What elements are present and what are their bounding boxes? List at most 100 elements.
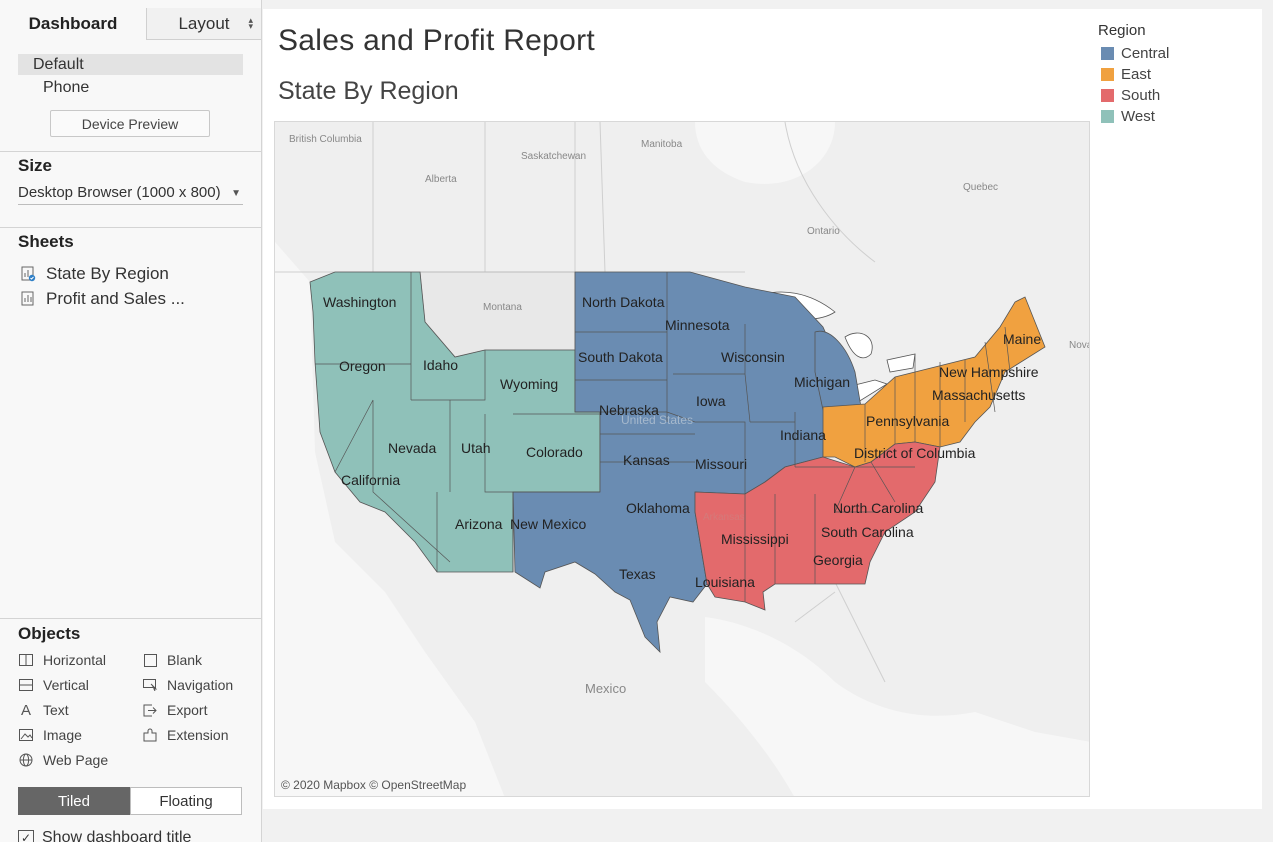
state-label-kansas: Kansas bbox=[623, 452, 670, 468]
state-label-colorado: Colorado bbox=[526, 444, 583, 460]
show-dashboard-title-label: Show dashboard title bbox=[42, 829, 192, 842]
device-phone[interactable]: Phone bbox=[43, 77, 89, 98]
floating-toggle[interactable]: Floating bbox=[130, 787, 242, 815]
map-label-ontario: Ontario bbox=[807, 226, 840, 237]
state-label-washington: Washington bbox=[323, 294, 396, 310]
state-label-north-dakota: North Dakota bbox=[582, 294, 665, 310]
text-icon: A bbox=[20, 701, 31, 719]
map-label-montana: Montana bbox=[483, 302, 522, 313]
state-label-massachusetts: Massachusetts bbox=[932, 387, 1025, 403]
sheet-item-state-by-region[interactable]: State By Region bbox=[20, 263, 169, 285]
state-label-iowa: Iowa bbox=[696, 393, 726, 409]
sheet-item-label: State By Region bbox=[46, 264, 169, 283]
sheet-item-profit-and-sales[interactable]: Profit and Sales ... bbox=[20, 288, 185, 310]
state-label-mississippi: Mississippi bbox=[721, 531, 789, 547]
tab-dashboard[interactable]: Dashboard bbox=[0, 8, 146, 40]
map-label-alberta: Alberta bbox=[425, 174, 457, 185]
navigation-icon bbox=[142, 677, 158, 693]
state-label-new-hampshire: New Hampshire bbox=[939, 364, 1039, 380]
object-label: Export bbox=[167, 702, 208, 718]
map-label-saskatchewan: Saskatchewan bbox=[521, 151, 586, 162]
tab-layout-label: Layout bbox=[178, 13, 230, 33]
legend-item-central[interactable]: Central bbox=[1101, 43, 1169, 64]
object-label: Horizontal bbox=[43, 652, 107, 668]
state-label-maine: Maine bbox=[1003, 331, 1041, 347]
state-label-wyoming: Wyoming bbox=[500, 376, 558, 392]
show-dashboard-title-checkbox[interactable]: ✓ Show dashboard title bbox=[18, 829, 191, 842]
objects-section-title: Objects bbox=[18, 624, 81, 643]
state-label-south-dakota: South Dakota bbox=[578, 349, 663, 365]
state-label-georgia: Georgia bbox=[813, 552, 863, 568]
state-label-arkansas: Arkansas bbox=[703, 512, 745, 523]
legend-label: East bbox=[1121, 66, 1152, 83]
object-image[interactable]: Image bbox=[18, 725, 82, 745]
legend-swatch bbox=[1101, 110, 1114, 123]
legend-swatch bbox=[1101, 47, 1114, 60]
region-map: British Columbia Alberta Saskatchewan Ma… bbox=[275, 122, 1090, 796]
up-down-arrows-icon: ▴ ▾ bbox=[248, 15, 253, 31]
legend-swatch bbox=[1101, 89, 1114, 102]
globe-icon bbox=[18, 752, 34, 768]
legend-label: West bbox=[1121, 108, 1155, 125]
state-label-south-carolina: South Carolina bbox=[821, 524, 914, 540]
device-default[interactable]: Default bbox=[18, 54, 243, 75]
object-text[interactable]: A Text bbox=[18, 700, 69, 720]
object-export[interactable]: Export bbox=[142, 700, 207, 720]
size-dropdown[interactable]: Desktop Browser (1000 x 800) ▼ bbox=[18, 183, 243, 205]
map-label-mexico: Mexico bbox=[585, 681, 626, 696]
size-section-title: Size bbox=[18, 156, 53, 175]
tab-layout[interactable]: Layout ▴ ▾ bbox=[146, 8, 261, 40]
state-label-california: California bbox=[341, 472, 400, 488]
sheet-title[interactable]: State By Region bbox=[278, 77, 459, 106]
map-label-quebec: Quebec bbox=[963, 182, 998, 193]
dashboard-pane: Dashboard Layout ▴ ▾ Default Phone Device… bbox=[0, 0, 262, 842]
divider bbox=[0, 227, 261, 228]
legend-label: Central bbox=[1121, 45, 1170, 62]
state-label-louisiana: Louisiana bbox=[695, 574, 755, 590]
device-preview-button[interactable]: Device Preview bbox=[50, 110, 210, 137]
object-horizontal[interactable]: Horizontal bbox=[18, 650, 106, 670]
legend-item-west[interactable]: West bbox=[1101, 106, 1155, 127]
object-navigation[interactable]: Navigation bbox=[142, 675, 233, 695]
object-web-page[interactable]: Web Page bbox=[18, 750, 108, 770]
object-extension[interactable]: Extension bbox=[142, 725, 228, 745]
object-label: Navigation bbox=[167, 677, 234, 693]
dashboard-title[interactable]: Sales and Profit Report bbox=[278, 24, 595, 58]
object-blank[interactable]: Blank bbox=[142, 650, 202, 670]
object-label: Blank bbox=[167, 652, 203, 668]
state-label-texas: Texas bbox=[619, 566, 656, 582]
image-icon bbox=[18, 727, 34, 743]
state-label-nebraska: Nebraska bbox=[599, 402, 659, 418]
object-label: Text bbox=[43, 702, 69, 718]
state-label-oregon: Oregon bbox=[339, 358, 386, 374]
object-label: Web Page bbox=[43, 752, 109, 768]
state-label-new-mexico: New Mexico bbox=[510, 516, 586, 532]
map-attribution[interactable]: © 2020 Mapbox © OpenStreetMap bbox=[281, 778, 466, 792]
state-label-indiana: Indiana bbox=[780, 427, 826, 443]
map-label-british-columbia: British Columbia bbox=[289, 134, 362, 145]
legend-swatch bbox=[1101, 68, 1114, 81]
map-view[interactable]: British Columbia Alberta Saskatchewan Ma… bbox=[274, 121, 1090, 797]
divider bbox=[0, 151, 261, 152]
state-label-michigan: Michigan bbox=[794, 374, 850, 390]
size-dropdown-value: Desktop Browser (1000 x 800) bbox=[18, 184, 221, 201]
state-label-missouri: Missouri bbox=[695, 456, 747, 472]
legend-title: Region bbox=[1098, 22, 1146, 39]
legend-label: South bbox=[1121, 87, 1161, 104]
divider bbox=[0, 618, 261, 619]
map-label-nova: Nova bbox=[1069, 340, 1090, 351]
legend-item-east[interactable]: East bbox=[1101, 64, 1151, 85]
state-label-utah: Utah bbox=[461, 440, 491, 456]
object-vertical[interactable]: Vertical bbox=[18, 675, 89, 695]
legend-item-south[interactable]: South bbox=[1101, 85, 1160, 106]
object-label: Image bbox=[43, 727, 82, 743]
state-label-minnesota: Minnesota bbox=[665, 317, 730, 333]
object-label: Vertical bbox=[43, 677, 89, 693]
chevron-down-icon: ▼ bbox=[231, 188, 241, 199]
horizontal-icon bbox=[18, 652, 34, 668]
extension-icon bbox=[142, 727, 158, 743]
export-icon bbox=[142, 702, 158, 718]
state-label-north-carolina: North Carolina bbox=[833, 500, 923, 516]
tiled-toggle[interactable]: Tiled bbox=[18, 787, 130, 815]
map-sheet-icon bbox=[21, 266, 36, 282]
